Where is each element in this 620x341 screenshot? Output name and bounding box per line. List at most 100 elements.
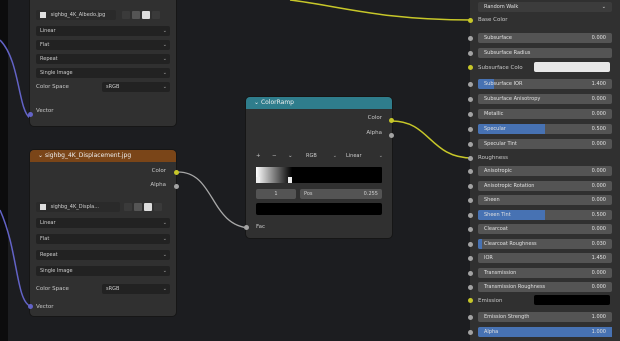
extension-dropdown[interactable]: Repeat ⌄ — [36, 54, 170, 64]
bsdf-input-label: Anisotropic — [484, 168, 512, 174]
bsdf-input-label: Emission Strength — [484, 314, 530, 320]
bsdf-input-socket[interactable] — [468, 169, 473, 174]
unlink-image-button[interactable] — [154, 203, 162, 211]
bsdf-input-socket[interactable] — [468, 198, 473, 203]
bsdf-input-row[interactable]: Metallic 0.000 — [478, 109, 612, 119]
color-space-dropdown[interactable]: sRGB ⌄ — [102, 82, 170, 92]
bsdf-input-socket[interactable] — [468, 315, 473, 320]
ramp-stop-handle[interactable] — [288, 177, 292, 183]
emission-socket[interactable] — [468, 298, 473, 303]
bsdf-input-row[interactable]: Alpha 1.000 — [478, 327, 612, 337]
color-ramp-gradient[interactable] — [256, 167, 382, 183]
node-header[interactable]: ⌄ ColorRamp — [246, 97, 392, 109]
interpolation-dropdown[interactable]: Linear ⌄ — [36, 26, 170, 36]
bsdf-input-row[interactable]: Anisotropic Rotation 0.000 — [478, 180, 612, 191]
subsurface-color-swatch[interactable] — [534, 62, 610, 72]
base-color-socket[interactable] — [468, 18, 473, 23]
source-dropdown[interactable]: Single Image ⌄ — [36, 266, 170, 276]
bsdf-input-row[interactable]: Anisotropic 0.000 — [478, 166, 612, 176]
vector-input-socket[interactable] — [28, 304, 33, 309]
colorramp-node[interactable]: ⌄ ColorRamp Color Alpha + − ⌄ RGB ⌄ Linea… — [246, 97, 392, 238]
image-texture-node-displacement[interactable]: ⌄ sighbg_4K_Displacement.jpg Color Alpha… — [30, 150, 176, 316]
bsdf-input-label: Subsurface Radius — [484, 50, 531, 56]
bsdf-input-row[interactable]: IOR 1.450 — [478, 253, 612, 263]
bsdf-input-socket[interactable] — [468, 142, 473, 147]
emission-color-swatch[interactable] — [534, 295, 610, 305]
collapse-chevron-icon[interactable]: ⌄ — [254, 99, 261, 106]
image-datablock-selector[interactable]: sighbg_4K_Albedo.jpg — [36, 10, 116, 20]
collapse-chevron-icon[interactable]: ⌄ — [38, 152, 45, 159]
remove-stop-icon[interactable]: − — [272, 153, 277, 159]
open-image-icon[interactable] — [142, 11, 150, 19]
bsdf-input-value: 0.000 — [591, 111, 606, 117]
bsdf-input-socket[interactable] — [468, 51, 473, 56]
bsdf-input-label: Transmission Roughness — [484, 284, 546, 290]
bsdf-input-socket[interactable] — [468, 285, 473, 290]
bsdf-input-socket[interactable] — [468, 241, 473, 247]
bsdf-input-value: 0.030 — [591, 240, 606, 247]
color-space-dropdown[interactable]: sRGB ⌄ — [102, 284, 170, 294]
subsurface-color-socket[interactable] — [468, 65, 473, 70]
bsdf-input-value: 0.000 — [591, 141, 606, 147]
stop-color-swatch[interactable] — [256, 203, 382, 215]
open-image-icon[interactable] — [144, 203, 152, 211]
bsdf-input-socket[interactable] — [468, 270, 473, 276]
bsdf-input-socket[interactable] — [468, 256, 473, 261]
bsdf-input-socket[interactable] — [468, 36, 473, 41]
duplicate-image-button[interactable] — [134, 203, 142, 211]
bsdf-input-value: 0.000 — [591, 284, 606, 290]
bsdf-input-row[interactable]: Clearcoat Roughness 0.030 — [478, 238, 612, 249]
roughness-socket[interactable] — [468, 156, 473, 161]
vector-input-socket[interactable] — [28, 112, 33, 117]
bsdf-input-socket[interactable] — [468, 82, 473, 87]
bsdf-input-row[interactable]: Subsurface IOR 1.400 — [478, 79, 612, 89]
projection-dropdown[interactable]: Flat ⌄ — [36, 234, 170, 244]
bsdf-input-socket[interactable] — [468, 97, 473, 102]
interpolation-dropdown[interactable]: Linear ⌄ — [36, 218, 170, 228]
stop-index-field[interactable]: 1 — [256, 189, 296, 199]
bsdf-input-row[interactable]: Transmission 0.000 — [478, 267, 612, 278]
color-mode-dropdown[interactable]: RGB ⌄ — [302, 151, 340, 161]
ramp-interpolation-dropdown[interactable]: Linear ⌄ — [342, 151, 386, 161]
extension-dropdown[interactable]: Repeat ⌄ — [36, 250, 170, 260]
bsdf-input-row[interactable]: Specular Tint 0.000 — [478, 139, 612, 149]
bsdf-input-socket[interactable] — [468, 330, 473, 335]
ramp-gradient-fill — [256, 167, 292, 183]
bsdf-input-row[interactable]: Sheen Tint 0.500 — [478, 209, 612, 220]
projection-dropdown[interactable]: Flat ⌄ — [36, 40, 170, 50]
bsdf-input-row[interactable]: Subsurface 0.000 — [478, 33, 612, 43]
ramp-color-output-socket[interactable] — [389, 118, 394, 123]
ramp-fac-input-socket[interactable] — [244, 225, 249, 230]
bsdf-input-row[interactable]: Transmission Roughness 0.000 — [478, 282, 612, 292]
subsurface-color-label: Subsurface Colo — [478, 65, 523, 71]
bsdf-input-label: Specular — [484, 126, 506, 132]
bsdf-input-socket[interactable] — [468, 212, 473, 218]
bsdf-input-row[interactable]: Subsurface Anisotropy 0.000 — [478, 94, 612, 104]
color-output-socket[interactable] — [174, 170, 179, 175]
stop-position-field[interactable]: Pos 0.255 — [300, 189, 382, 199]
bsdf-input-socket[interactable] — [468, 112, 473, 117]
image-texture-node-albedo[interactable]: sighbg_4K_Albedo.jpg Linear ⌄ Flat ⌄ Repea… — [30, 0, 176, 126]
ramp-menu-icon[interactable]: ⌄ — [288, 153, 293, 159]
fake-user-button[interactable] — [124, 203, 132, 211]
unlink-image-button[interactable] — [152, 11, 160, 19]
node-header[interactable]: ⌄ sighbg_4K_Displacement.jpg — [30, 150, 176, 162]
source-dropdown[interactable]: Single Image ⌄ — [36, 68, 170, 78]
image-datablock-selector[interactable]: sighbg_4K_Displa... — [36, 202, 120, 212]
fake-user-button[interactable] — [122, 11, 130, 19]
bsdf-input-row[interactable]: Sheen 0.000 — [478, 195, 612, 205]
bsdf-input-socket[interactable] — [468, 127, 473, 132]
duplicate-image-button[interactable] — [132, 11, 140, 19]
bsdf-input-socket[interactable] — [468, 183, 473, 189]
bsdf-input-row[interactable]: Specular 0.500 — [478, 124, 612, 134]
subsurface-method-dropdown[interactable]: Random Walk ⌄ — [478, 2, 612, 12]
bsdf-input-value: 0.000 — [591, 35, 606, 41]
ramp-stop-handle[interactable] — [256, 177, 260, 183]
bsdf-input-row[interactable]: Subsurface Radius — [478, 48, 612, 58]
alpha-output-socket[interactable] — [174, 184, 179, 189]
bsdf-input-row[interactable]: Emission Strength 1.000 — [478, 312, 612, 322]
bsdf-input-socket[interactable] — [468, 227, 473, 232]
ramp-alpha-output-socket[interactable] — [389, 133, 394, 138]
bsdf-input-row[interactable]: Clearcoat 0.000 — [478, 224, 612, 234]
add-stop-icon[interactable]: + — [256, 153, 261, 159]
